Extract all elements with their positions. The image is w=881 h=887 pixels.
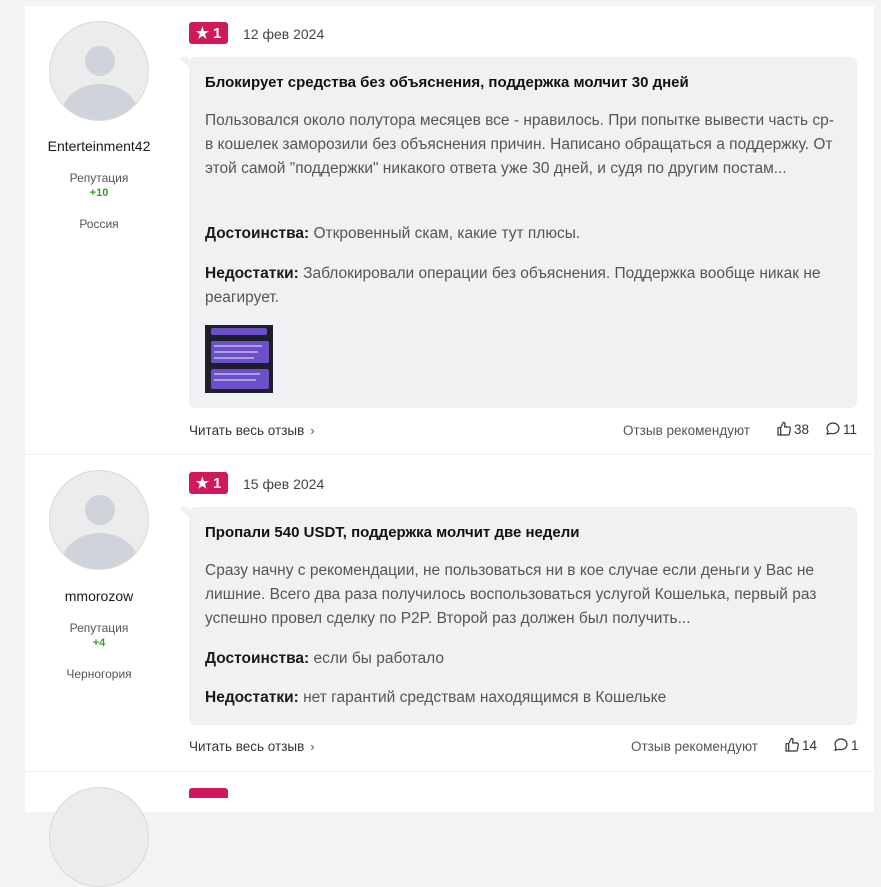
chevron-right-icon: › [310,739,315,754]
read-more-label: Читать весь отзыв [189,423,305,438]
comment-icon [825,421,841,437]
reputation-value: +10 [89,187,109,199]
comments-button[interactable]: 1 [833,737,859,753]
pros-text: Откровенный скам, какие тут плюсы. [313,225,581,242]
like-button[interactable]: 38 [776,421,809,437]
review-card [25,772,874,887]
review-title[interactable]: Пропали 540 USDT, поддержка молчит две н… [205,524,580,541]
review-pros: Достоинства: если бы работало [205,647,835,671]
read-more-label: Читать весь отзыв [189,739,305,754]
rating-value: 1 [213,24,222,42]
comments-button[interactable]: 11 [825,421,857,437]
rating-badge: ★ 1 [189,22,228,44]
thumbs-up-icon [776,421,792,437]
review-text: Сразу начну с рекомендации, не пользоват… [205,562,817,627]
like-count: 14 [802,737,818,753]
comment-count: 11 [843,421,858,437]
cons-label: Недостатки: [205,265,299,282]
cons-text: нет гарантий средствам находящимся в Кош… [303,689,667,706]
cons-label: Недостатки: [205,689,299,706]
recommend-label: Отзыв рекомендуют [623,423,750,438]
pros-label: Достоинства: [205,225,310,242]
review-pros: Достоинства: Откровенный скам, какие тут… [205,222,835,246]
reputation-label: Репутация [69,621,129,635]
author-country: Россия [79,217,119,231]
review-cons: Недостатки: нет гарантий средствам наход… [205,686,835,710]
avatar[interactable] [49,21,149,121]
read-full-review-link[interactable]: Читать весь отзыв › [189,423,315,438]
comment-count: 1 [851,737,859,753]
review-body: Пропали 540 USDT, поддержка молчит две н… [179,507,857,725]
review-date: 12 фев 2024 [243,26,325,42]
review-title[interactable]: Блокирует средства без объяснения, подде… [205,74,689,91]
rating-value: 1 [213,474,222,492]
review-card: Enterteinment42 Репутация +10 Россия ★ 1… [25,6,874,454]
review-card: mmorozow Репутация +4 Черногория ★ 1 15 … [25,455,874,771]
recommend-label: Отзыв рекомендуют [631,739,758,754]
comment-icon [833,737,849,753]
author-country: Черногория [66,667,132,681]
like-button[interactable]: 14 [784,737,817,753]
thumbs-up-icon [784,737,800,753]
review-text: Пользовался около полутора месяцев все -… [205,112,834,177]
reputation-value: +4 [92,637,106,649]
like-count: 38 [794,421,810,437]
star-icon: ★ [195,474,210,492]
review-cons: Недостатки: Заблокировали операции без о… [205,262,835,310]
pros-text: если бы работало [313,650,445,667]
review-photo-thumbnail[interactable] [205,325,273,393]
star-icon: ★ [195,24,210,42]
pros-label: Достоинства: [205,650,310,667]
avatar[interactable] [49,470,149,570]
review-date: 15 фев 2024 [243,476,325,492]
read-full-review-link[interactable]: Читать весь отзыв › [189,739,315,754]
reputation-label: Репутация [69,171,129,185]
rating-badge: ★ 1 [189,472,228,494]
avatar[interactable] [49,787,149,887]
author-name[interactable]: Enterteinment42 [25,138,173,154]
author-name[interactable]: mmorozow [25,588,173,604]
chevron-right-icon: › [310,423,315,438]
review-body: Блокирует средства без объяснения, подде… [179,57,857,408]
